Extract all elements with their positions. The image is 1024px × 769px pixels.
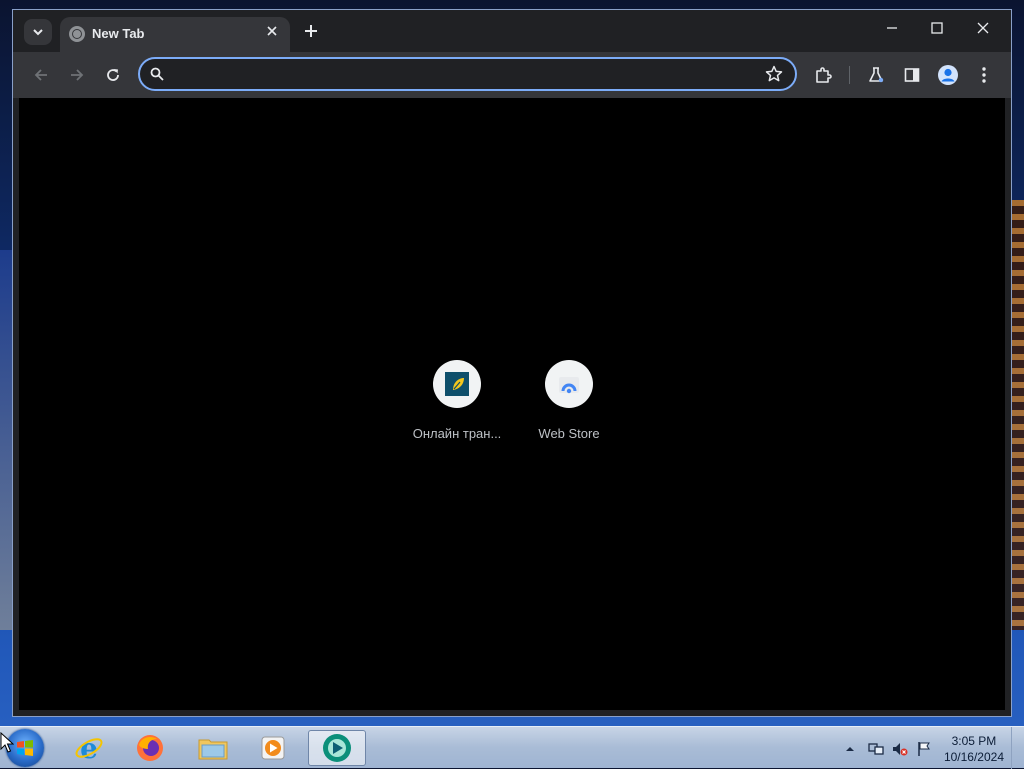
clock-time: 3:05 PM (951, 734, 997, 748)
shortcut-label: Онлайн тран... (412, 426, 502, 441)
side-panel-icon (904, 68, 920, 82)
close-window-button[interactable] (961, 16, 1005, 44)
arrow-left-icon (34, 69, 47, 81)
shortcut-tile[interactable]: Онлайн тран... (401, 360, 513, 441)
windows-logo-icon (17, 740, 33, 756)
address-bar[interactable] (138, 57, 797, 91)
maximize-icon (931, 22, 943, 34)
desktop-wallpaper-right (1010, 200, 1024, 630)
plus-icon (305, 25, 317, 37)
windows-taskbar: e 3:05 PM 10/16/2024 (0, 726, 1024, 769)
globe-icon (69, 26, 85, 42)
address-input[interactable] (174, 63, 738, 87)
toolbar-divider (849, 66, 850, 84)
tab-new-tab[interactable]: New Tab (60, 17, 290, 52)
browser-window: New Tab Онлайн тран... Web Store (12, 9, 1012, 717)
taskbar-file-explorer[interactable] (186, 730, 240, 766)
shortcut-icon-circle (545, 360, 593, 408)
tab-search-button[interactable] (24, 19, 52, 45)
svg-text:e: e (80, 733, 98, 763)
reload-icon (107, 69, 119, 81)
flask-icon (869, 67, 884, 83)
avatar-icon (938, 65, 958, 85)
media-player-icon (261, 736, 285, 760)
chevron-down-icon (33, 29, 43, 36)
minimize-button[interactable] (870, 16, 914, 44)
close-icon (267, 26, 277, 36)
taskbar-firefox[interactable] (123, 730, 177, 766)
maximize-button[interactable] (915, 16, 959, 44)
internet-explorer-icon: e (75, 733, 103, 763)
title-bar: New Tab (13, 10, 1011, 52)
shortcut-icon-circle (433, 360, 481, 408)
translate-site-icon (445, 372, 469, 396)
reload-button[interactable] (98, 60, 128, 90)
taskbar-clock[interactable]: 3:05 PM 10/16/2024 (944, 733, 1004, 765)
taskbar-internet-explorer[interactable]: e (62, 730, 116, 766)
browser-toolbar (13, 52, 1011, 98)
shortcut-tile[interactable]: Web Store (513, 360, 625, 441)
web-store-icon (559, 377, 579, 394)
arrow-right-icon (71, 69, 84, 81)
taskbar-media-player[interactable] (246, 730, 300, 766)
forward-button[interactable] (62, 60, 92, 90)
close-tab-button[interactable] (262, 23, 282, 43)
close-icon (977, 22, 989, 34)
new-tab-page: Онлайн тран... Web Store (19, 98, 1005, 710)
extensions-button[interactable] (808, 60, 838, 90)
browser-app-icon (323, 734, 351, 762)
folder-icon (198, 739, 228, 760)
menu-button[interactable] (969, 60, 999, 90)
firefox-icon (137, 735, 163, 761)
side-panel-button[interactable] (897, 60, 927, 90)
taskbar-chrome-active[interactable] (308, 730, 366, 766)
labs-button[interactable] (861, 60, 891, 90)
new-tab-button[interactable] (299, 20, 323, 44)
search-icon (150, 67, 164, 81)
show-hidden-icons-icon[interactable] (842, 741, 858, 757)
puzzle-icon (816, 67, 832, 83)
minimize-icon (887, 27, 897, 29)
clock-date: 10/16/2024 (943, 750, 1004, 764)
action-center-flag-icon[interactable] (916, 741, 932, 757)
shortcut-label: Web Store (538, 426, 600, 441)
profile-button[interactable] (933, 60, 963, 90)
bookmark-star-icon[interactable] (765, 65, 783, 83)
mouse-cursor-icon (0, 732, 14, 753)
desktop-wallpaper-left (0, 250, 12, 630)
more-vertical-icon (982, 67, 986, 83)
volume-muted-icon[interactable] (892, 741, 908, 757)
network-icon[interactable] (868, 741, 884, 757)
tab-title: New Tab (92, 26, 145, 41)
back-button[interactable] (26, 60, 56, 90)
show-desktop-button[interactable] (1011, 727, 1024, 769)
